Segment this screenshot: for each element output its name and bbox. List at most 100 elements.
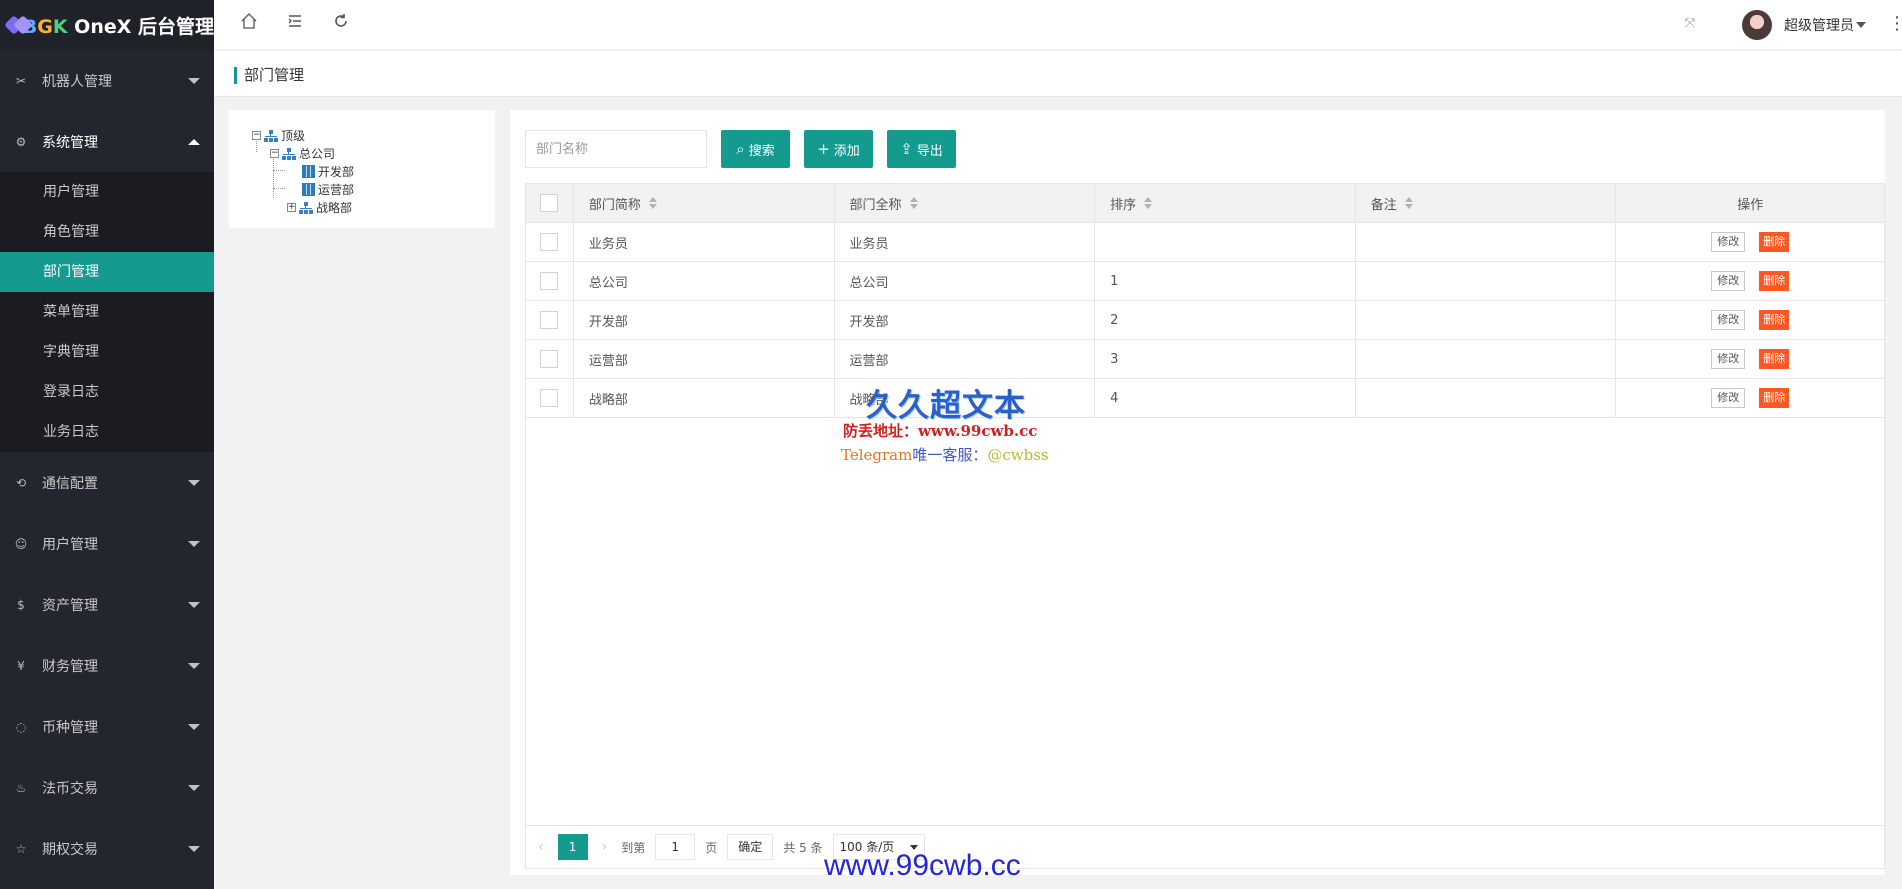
pagination: ‹ 1 › 到第 1 页 确定 共 5 条 100 条/页 [526, 826, 1884, 868]
signal-icon: ⟲ [15, 475, 27, 490]
edit-button[interactable]: 修改 [1711, 271, 1746, 291]
total-count: 共 5 条 [783, 840, 823, 855]
menu-fold-icon[interactable] [283, 12, 307, 36]
tree-node-dev[interactable]: 开发部 [302, 163, 354, 180]
collapse-icon[interactable]: − [270, 149, 279, 158]
page-label: 页 [705, 840, 718, 855]
menu-group-coins[interactable]: ◌ 币种管理 [0, 696, 214, 757]
logo[interactable]: BGK OneX 后台管理 [0, 0, 214, 50]
chevron-down-icon [188, 723, 200, 730]
sort-icon[interactable] [1404, 197, 1413, 209]
department-name-input[interactable] [525, 130, 707, 168]
row-checkbox[interactable] [540, 311, 559, 329]
page-current[interactable]: 1 [557, 834, 588, 860]
table-row: 开发部 开发部 2 修改 删除 [526, 301, 1884, 340]
tree-node-company[interactable]: − 总公司 [270, 145, 335, 162]
goto-confirm-button[interactable]: 确定 [727, 834, 774, 860]
building-icon [302, 165, 315, 178]
table-empty-area [526, 418, 1884, 826]
home-icon[interactable] [237, 12, 261, 36]
delete-button[interactable]: 删除 [1759, 271, 1790, 291]
goto-page-input[interactable]: 1 [655, 834, 696, 860]
cell-sort: 1 [1095, 262, 1356, 300]
watermark-title: 久久超文本 [866, 388, 1026, 424]
cell-sort: 3 [1095, 340, 1356, 378]
sidebar-item-dictionary[interactable]: 字典管理 [0, 332, 214, 372]
row-checkbox[interactable] [540, 272, 559, 290]
collapse-icon[interactable]: − [252, 131, 261, 140]
cell-full-name: 总公司 [835, 262, 1096, 300]
cell-short-name: 战略部 [574, 379, 835, 417]
delete-button[interactable]: 删除 [1759, 349, 1790, 369]
watermark-url: 防丢地址：www.99cwb.cc [843, 422, 1038, 440]
column-header-note[interactable]: 备注 [1356, 184, 1617, 222]
tree-node-ops[interactable]: 运营部 [302, 181, 354, 198]
sort-icon[interactable] [648, 197, 657, 209]
refresh-icon[interactable] [329, 12, 353, 36]
chevron-down-icon [188, 540, 200, 547]
menu-group-users[interactable]: ☺ 用户管理 [0, 513, 214, 574]
star-icon: ☆ [15, 841, 27, 856]
cell-full-name: 开发部 [835, 301, 1096, 339]
search-button[interactable]: ⌕ 搜索 [721, 130, 790, 168]
chevron-down-icon [188, 845, 200, 852]
cell-short-name: 开发部 [574, 301, 835, 339]
column-header-full-name[interactable]: 部门全称 [835, 184, 1096, 222]
menu-group-robot[interactable]: ✂ 机器人管理 [0, 50, 214, 111]
sidebar-item-roles[interactable]: 角色管理 [0, 212, 214, 252]
user-menu[interactable]: 超级管理员 [1742, 10, 1866, 40]
export-icon: ⇪ [900, 140, 913, 158]
chevron-down-icon [188, 662, 200, 669]
sort-icon[interactable] [1144, 197, 1153, 209]
top-header: ⤧ 超级管理员 ⋮ [214, 0, 1902, 50]
row-checkbox[interactable] [540, 350, 559, 368]
prev-page-icon[interactable]: ‹ [538, 839, 544, 855]
add-button[interactable]: + 添加 [804, 130, 873, 168]
select-all-checkbox[interactable] [540, 194, 559, 212]
sidebar: BGK OneX 后台管理 ✂ 机器人管理 ⚙ 系统管理 用户管理 角色管理 部… [0, 0, 214, 889]
column-header-short-name[interactable]: 部门简称 [574, 184, 835, 222]
column-header-sort[interactable]: 排序 [1095, 184, 1356, 222]
sort-icon[interactable] [909, 197, 918, 209]
tree-node-strategy[interactable]: + 战略部 [287, 199, 352, 216]
menu-group-system[interactable]: ⚙ 系统管理 [0, 111, 214, 172]
edit-button[interactable]: 修改 [1711, 310, 1746, 330]
export-button[interactable]: ⇪ 导出 [887, 130, 956, 168]
edit-button[interactable]: 修改 [1711, 232, 1746, 252]
menu-group-fiat[interactable]: ♨ 法币交易 [0, 757, 214, 818]
tree-node-root[interactable]: − 顶级 [252, 127, 305, 144]
edit-button[interactable]: 修改 [1711, 388, 1746, 408]
menu-group-finance[interactable]: ¥ 财务管理 [0, 635, 214, 696]
cell-sort [1095, 223, 1356, 261]
delete-button[interactable]: 删除 [1759, 310, 1790, 330]
cell-note [1356, 379, 1617, 417]
cell-full-name: 业务员 [835, 223, 1096, 261]
menu-group-options[interactable]: ☆ 期权交易 [0, 818, 214, 879]
chevron-down-icon [188, 784, 200, 791]
sidebar-item-departments[interactable]: 部门管理 [0, 252, 214, 292]
page-title: 部门管理 [244, 66, 305, 84]
sidebar-item-users[interactable]: 用户管理 [0, 172, 214, 212]
menu-group-assets[interactable]: $ 资产管理 [0, 574, 214, 635]
department-tree: − 顶级 − 总公司 开发部 运营部 + 战略部 [229, 110, 495, 228]
next-page-icon[interactable]: › [602, 839, 608, 855]
sidebar-item-business-log[interactable]: 业务日志 [0, 412, 214, 452]
tree-node-label: 运营部 [318, 183, 355, 197]
delete-button[interactable]: 删除 [1759, 388, 1790, 408]
dollar-icon: $ [17, 597, 25, 612]
menu-group-comm[interactable]: ⟲ 通信配置 [0, 452, 214, 513]
fire-icon: ♨ [15, 780, 27, 795]
fullscreen-icon[interactable]: ⤧ [1678, 12, 1702, 36]
sidebar-item-login-log[interactable]: 登录日志 [0, 372, 214, 412]
menu-group-label: 机器人管理 [42, 73, 112, 90]
more-icon[interactable]: ⋮ [1888, 12, 1902, 36]
menu-group-label: 币种管理 [42, 719, 98, 736]
table-row: 运营部 运营部 3 修改 删除 [526, 340, 1884, 379]
delete-button[interactable]: 删除 [1759, 232, 1790, 252]
sidebar-item-menus[interactable]: 菜单管理 [0, 292, 214, 332]
row-checkbox[interactable] [540, 389, 559, 407]
row-checkbox[interactable] [540, 233, 559, 251]
export-button-label: 导出 [916, 143, 943, 159]
expand-icon[interactable]: + [287, 203, 296, 212]
edit-button[interactable]: 修改 [1711, 349, 1746, 369]
